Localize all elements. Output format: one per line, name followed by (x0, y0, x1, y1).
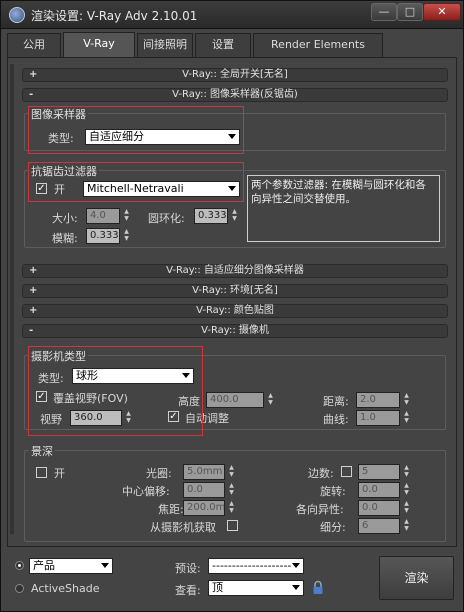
render-setup-window: 渲染设置: V-Ray Adv 2.10.01 — □ ✕ 公用 V-Ray 间… (0, 0, 464, 612)
rollout-adaptive-subdivision[interactable]: + V-Ray:: 自适应细分图像采样器 (22, 264, 448, 278)
highlight-box (28, 346, 203, 436)
center-bias-label: 中心偏移: (122, 485, 170, 498)
rollout-image-sampler[interactable]: - V-Ray:: 图像采样器(反锯齿) (22, 88, 448, 102)
blur-spinner[interactable]: 0.333 (86, 228, 120, 244)
expand-plus-icon: + (29, 265, 38, 276)
spinner-arrows-icon[interactable]: ▲ ▼ (122, 208, 131, 224)
rollout-title: V-Ray:: 摄像机 (201, 325, 269, 336)
production-value: 产品 (33, 559, 55, 572)
distance-label: 距离: (323, 395, 349, 408)
spinner-arrows-icon[interactable]: ▲ ▼ (402, 464, 411, 480)
expand-plus-icon: + (29, 285, 38, 296)
preset-dropdown[interactable]: -------------------- (208, 558, 304, 574)
subdivs-spinner[interactable]: 6 (358, 518, 400, 534)
dof-group-label: 景深 (29, 443, 55, 459)
highlight-box (28, 106, 244, 154)
tab-render-elements[interactable]: Render Elements (253, 33, 383, 57)
dof-on-label: 开 (54, 467, 65, 480)
rollout-global-switches[interactable]: + V-Ray:: 全局开关[无名] (22, 68, 448, 82)
tab-vray[interactable]: V-Ray (63, 32, 135, 58)
chevron-down-icon (292, 563, 300, 568)
get-from-camera-checkbox[interactable] (227, 520, 238, 531)
rotation-spinner[interactable]: 0.0 (358, 482, 400, 498)
filter-size-spinner[interactable]: 4.0 (86, 208, 120, 224)
panel-scrollbar[interactable] (10, 64, 14, 534)
bottom-bar: 产品 ActiveShade 预设: -------------------- … (1, 549, 463, 611)
ring-spinner[interactable]: 0.333 (194, 208, 228, 224)
close-button[interactable]: ✕ (423, 3, 461, 21)
render-button[interactable]: 渲染 (379, 556, 454, 600)
dof-on-checkbox[interactable] (36, 467, 47, 478)
preset-label: 预设: (175, 562, 201, 575)
sides-label: 边数: (308, 467, 334, 480)
view-label: 查看: (175, 584, 201, 597)
maximize-button[interactable]: □ (397, 3, 423, 21)
rollout-title: V-Ray:: 颜色贴图 (196, 305, 274, 316)
anisotropy-label: 各向异性: (296, 503, 344, 516)
preset-value: -------------------- (212, 559, 292, 572)
tab-common[interactable]: 公用 (7, 33, 61, 57)
collapse-minus-icon: - (29, 325, 34, 336)
tab-indirect-illumination[interactable]: 间接照明 (137, 33, 193, 57)
title-bar[interactable]: 渲染设置: V-Ray Adv 2.10.01 — □ ✕ (1, 1, 463, 29)
ring-label: 圆环化: (148, 212, 185, 225)
distance-spinner[interactable]: 2.0 (356, 392, 400, 408)
vray-tab-panel: + V-Ray:: 全局开关[无名] - V-Ray:: 图像采样器(反锯齿) … (7, 57, 457, 547)
spinner-arrows-icon[interactable]: ▲ ▼ (122, 228, 131, 244)
filter-size-label: 大小: (52, 212, 78, 225)
focal-distance-spinner[interactable]: 200.0mr (183, 500, 225, 516)
view-dropdown[interactable]: 顶 (208, 580, 304, 596)
lock-icon[interactable] (311, 580, 325, 596)
rollout-title: V-Ray:: 全局开关[无名] (182, 69, 288, 80)
production-radio[interactable] (15, 561, 24, 570)
spinner-arrows-icon[interactable]: ▲ ▼ (402, 482, 411, 498)
expand-plus-icon: + (29, 69, 38, 80)
rotation-label: 旋转: (320, 485, 346, 498)
rollout-color-mapping[interactable]: + V-Ray:: 颜色贴图 (22, 304, 448, 318)
curve-label: 曲线: (323, 413, 349, 426)
collapse-minus-icon: - (29, 89, 34, 100)
spinner-arrows-icon[interactable]: ▲ ▼ (402, 518, 411, 534)
spinner-arrows-icon[interactable]: ▲ ▼ (227, 482, 236, 498)
spinner-arrows-icon[interactable]: ▲ ▼ (227, 500, 236, 516)
spinner-arrows-icon[interactable]: ▲ ▼ (402, 410, 411, 426)
filter-description: 两个参数过滤器: 在模糊与圆环化和各向异性之间交替使用。 (247, 175, 440, 242)
activeshade-label: ActiveShade (31, 582, 100, 595)
window-title: 渲染设置: V-Ray Adv 2.10.01 (31, 9, 198, 23)
spinner-arrows-icon[interactable]: ▲ ▼ (230, 208, 239, 224)
aperture-spinner[interactable]: 5.0mm (183, 464, 225, 480)
rollout-environment[interactable]: + V-Ray:: 环境[无名] (22, 284, 448, 298)
chevron-down-icon (292, 585, 300, 590)
get-from-camera-label: 从摄影机获取 (150, 521, 216, 534)
spinner-arrows-icon[interactable]: ▲ ▼ (402, 500, 411, 516)
spinner-arrows-icon[interactable]: ▲ ▼ (402, 392, 411, 408)
highlight-box (28, 162, 244, 202)
tab-bar: 公用 V-Ray 间接照明 设置 Render Elements (7, 32, 457, 58)
focal-distance-label: 焦距: (158, 503, 184, 516)
3dsmax-logo-icon (9, 7, 25, 23)
height-spinner[interactable]: 400.0 (206, 392, 264, 408)
tab-settings[interactable]: 设置 (195, 33, 251, 57)
activeshade-radio[interactable] (15, 584, 24, 593)
subdivs-label: 细分: (320, 521, 346, 534)
view-value: 顶 (212, 581, 223, 594)
anisotropy-spinner[interactable]: 0.0 (358, 500, 400, 516)
spinner-arrows-icon[interactable]: ▲ ▼ (266, 392, 275, 408)
minimize-button[interactable]: — (371, 3, 397, 21)
rollout-camera[interactable]: - V-Ray:: 摄像机 (22, 324, 448, 338)
rollout-title: V-Ray:: 自适应细分图像采样器 (166, 265, 304, 276)
sides-checkbox[interactable] (341, 466, 352, 477)
blur-label: 模糊: (52, 232, 78, 245)
rollout-title: V-Ray:: 图像采样器(反锯齿) (172, 89, 298, 100)
aperture-label: 光圈: (146, 467, 172, 480)
rollout-title: V-Ray:: 环境[无名] (192, 285, 278, 296)
center-bias-spinner[interactable]: 0.0 (183, 482, 225, 498)
sides-spinner[interactable]: 5 (358, 464, 400, 480)
spinner-arrows-icon[interactable]: ▲ ▼ (227, 464, 236, 480)
curve-spinner[interactable]: 1.0 (356, 410, 400, 426)
expand-plus-icon: + (29, 305, 38, 316)
production-dropdown[interactable]: 产品 (29, 558, 113, 574)
chevron-down-icon (101, 563, 109, 568)
